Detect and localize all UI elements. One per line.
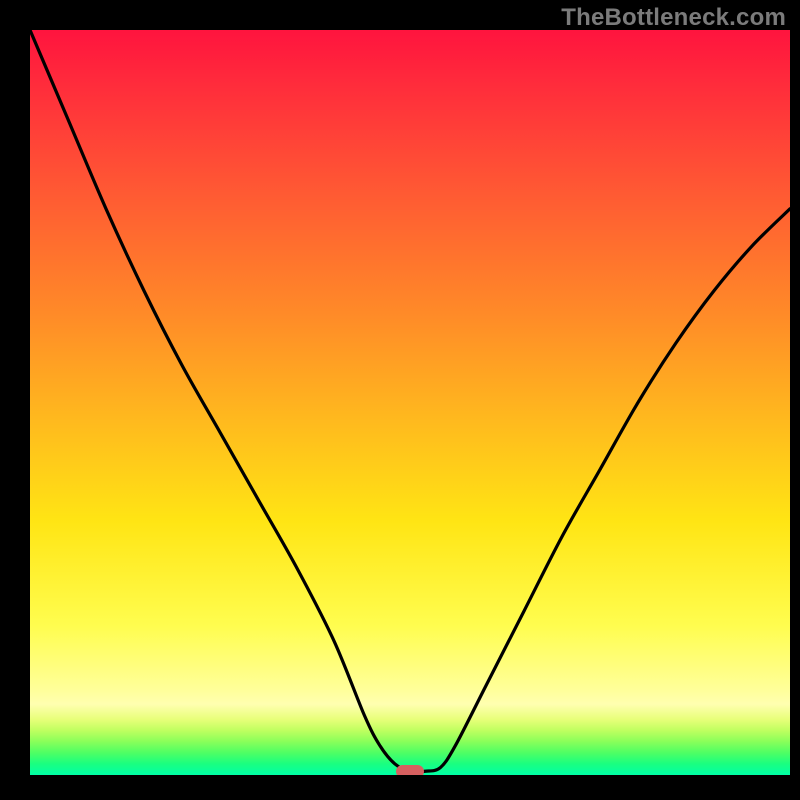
plot-area (30, 30, 790, 775)
optimum-marker (396, 765, 424, 775)
chart-frame: TheBottleneck.com (0, 0, 800, 800)
bottleneck-curve (30, 30, 790, 775)
watermark-text: TheBottleneck.com (561, 4, 786, 32)
